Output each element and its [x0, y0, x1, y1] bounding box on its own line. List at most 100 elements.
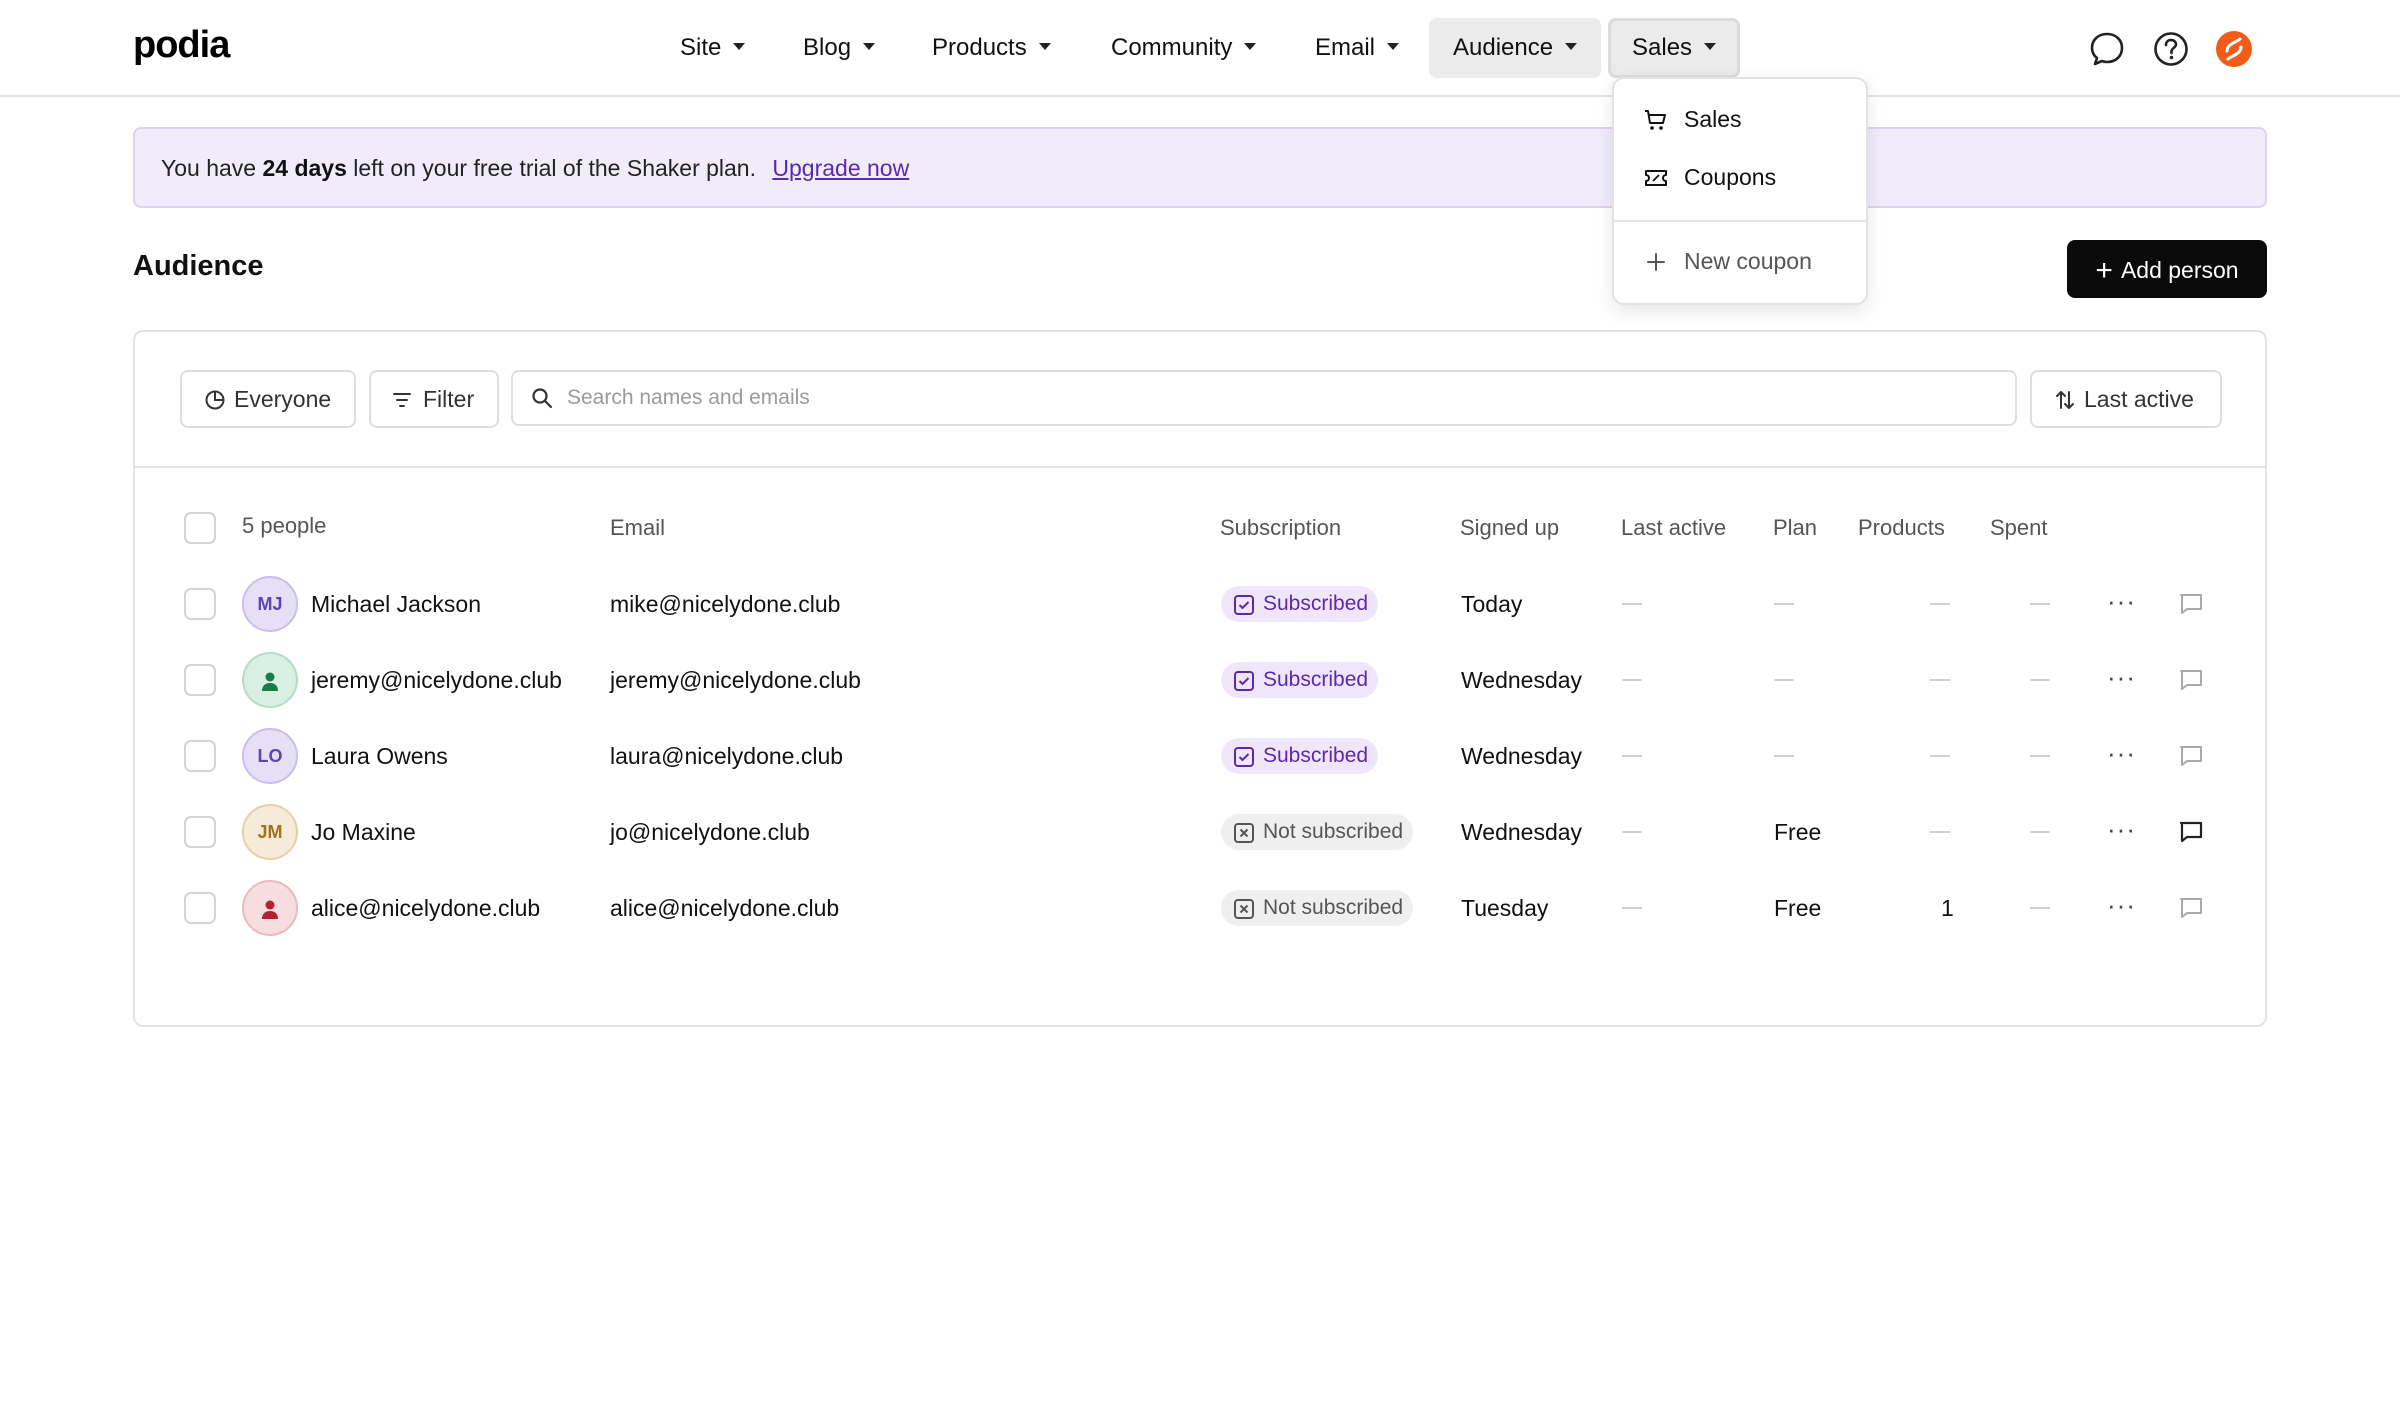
products-count: 1	[1941, 895, 1954, 921]
dropdown-item-label: Coupons	[1684, 164, 1777, 190]
more-actions-icon[interactable]: ···	[2107, 870, 2136, 940]
dropdown-item-sales[interactable]: Sales	[1644, 99, 1742, 139]
status-badge: Subscribed	[1221, 586, 1379, 622]
message-icon[interactable]	[2178, 592, 2204, 616]
row-checkbox[interactable]	[184, 664, 216, 696]
plan: Free	[1774, 895, 1822, 921]
empty-dash	[2030, 907, 2050, 909]
column-email[interactable]: Email	[610, 515, 665, 541]
avatar	[242, 880, 298, 936]
nav-label: Audience	[1453, 34, 1554, 61]
trial-banner: You have 24 days left on your free trial…	[133, 127, 2267, 208]
person-email: jeremy@nicelydone.club	[610, 667, 861, 693]
filter-button[interactable]: Filter	[369, 370, 499, 428]
plus-icon: +	[2095, 254, 2113, 287]
sort-last-active-button[interactable]: Last active	[2030, 370, 2222, 428]
podia-logo[interactable]: podia	[133, 24, 230, 67]
filter-label: Filter	[423, 386, 475, 412]
user-icon	[262, 900, 278, 919]
empty-dash	[1622, 603, 1642, 605]
search-icon	[532, 388, 553, 409]
add-person-button[interactable]: + Add person	[2067, 240, 2267, 298]
person-name[interactable]: Jo Maxine	[311, 794, 416, 870]
column-spent[interactable]: Spent	[1990, 515, 2048, 541]
table-row[interactable]: MJ Michael Jackson mike@nicelydone.club …	[135, 566, 2265, 642]
person-name[interactable]: Laura Owens	[311, 718, 448, 794]
plus-icon	[1647, 253, 1665, 271]
column-products[interactable]: Products	[1858, 515, 1945, 541]
nav-email[interactable]: Email	[1291, 18, 1423, 78]
more-actions-icon[interactable]: ···	[2107, 642, 2136, 712]
status-label: Not subscribed	[1263, 896, 1404, 919]
column-plan[interactable]: Plan	[1773, 515, 1817, 541]
message-icon[interactable]	[2178, 896, 2204, 920]
chat-icon[interactable]	[2088, 30, 2126, 68]
table-row[interactable]: alice@nicelydone.club alice@nicelydone.c…	[135, 870, 2265, 946]
audience-table-card: Everyone Filter Last active 5 people Ema…	[133, 330, 2267, 1027]
status-badge: Subscribed	[1221, 662, 1379, 698]
avatar	[242, 652, 298, 708]
empty-dash	[1774, 679, 1794, 681]
profile-avatar-icon[interactable]	[2215, 30, 2253, 68]
search-input[interactable]	[567, 380, 1967, 416]
people-count: 5 people	[242, 513, 327, 538]
more-actions-icon[interactable]: ···	[2107, 566, 2136, 636]
more-actions-icon[interactable]: ···	[2107, 718, 2136, 788]
nav-products[interactable]: Products	[908, 18, 1075, 78]
nav-sales[interactable]: Sales	[1608, 18, 1741, 78]
more-actions-icon[interactable]: ···	[2107, 794, 2136, 864]
status-badge: Subscribed	[1221, 738, 1379, 774]
column-signed-up[interactable]: Signed up	[1460, 515, 1559, 541]
upgrade-now-link[interactable]: Upgrade now	[772, 155, 909, 181]
row-checkbox[interactable]	[184, 892, 216, 924]
select-all-checkbox[interactable]	[184, 512, 216, 544]
empty-dash	[1622, 907, 1642, 909]
cart-icon	[1645, 110, 1666, 130]
dropdown-item-label: New coupon	[1684, 248, 1812, 274]
empty-dash	[1774, 755, 1794, 757]
row-checkbox[interactable]	[184, 588, 216, 620]
caret-down-icon	[1704, 43, 1717, 51]
nav-site[interactable]: Site	[656, 18, 769, 78]
status-label: Not subscribed	[1263, 820, 1404, 843]
segment-everyone-button[interactable]: Everyone	[180, 370, 356, 428]
person-email: jo@nicelydone.club	[610, 819, 810, 845]
banner-suffix: left on your free trial of the Shaker pl…	[353, 155, 756, 181]
avatar: MJ	[242, 576, 298, 632]
column-subscription[interactable]: Subscription	[1220, 515, 1341, 541]
message-icon[interactable]	[2178, 668, 2204, 692]
dropdown-item-new-coupon[interactable]: New coupon	[1644, 241, 1812, 281]
nav-label: Products	[932, 34, 1027, 61]
person-name[interactable]: alice@nicelydone.club	[311, 870, 540, 946]
caret-down-icon	[1038, 43, 1051, 51]
person-name[interactable]: jeremy@nicelydone.club	[311, 642, 562, 718]
status-badge: Not subscribed	[1221, 814, 1414, 850]
empty-dash	[2030, 755, 2050, 757]
person-name[interactable]: Michael Jackson	[311, 566, 481, 642]
nav-audience[interactable]: Audience	[1429, 18, 1602, 78]
checkbox-checked-icon	[1234, 671, 1254, 691]
pie-chart-icon	[205, 390, 225, 410]
column-last-active[interactable]: Last active	[1621, 515, 1726, 541]
table-row[interactable]: LO Laura Owens laura@nicelydone.club Sub…	[135, 718, 2265, 794]
row-checkbox[interactable]	[184, 740, 216, 772]
signed-up: Wednesday	[1461, 819, 1583, 845]
empty-dash	[1930, 603, 1950, 605]
caret-down-icon	[1387, 43, 1400, 51]
page-title: Audience	[133, 250, 264, 282]
table-row[interactable]: JM Jo Maxine jo@nicelydone.club Not subs…	[135, 794, 2265, 870]
message-icon[interactable]	[2178, 744, 2204, 768]
trial-banner-text: You have 24 days left on your free trial…	[161, 129, 909, 207]
search-field[interactable]	[511, 370, 2017, 426]
dropdown-item-coupons[interactable]: Coupons	[1644, 157, 1776, 197]
help-icon[interactable]	[2152, 30, 2190, 68]
nav-community[interactable]: Community	[1087, 18, 1280, 78]
nav-blog[interactable]: Blog	[779, 18, 899, 78]
nav-label: Email	[1315, 34, 1376, 61]
nav-label: Community	[1111, 34, 1233, 61]
message-icon[interactable]	[2178, 820, 2204, 844]
banner-prefix: You have	[161, 155, 257, 181]
avatar: JM	[242, 804, 298, 860]
table-row[interactable]: jeremy@nicelydone.club jeremy@nicelydone…	[135, 642, 2265, 718]
row-checkbox[interactable]	[184, 816, 216, 848]
